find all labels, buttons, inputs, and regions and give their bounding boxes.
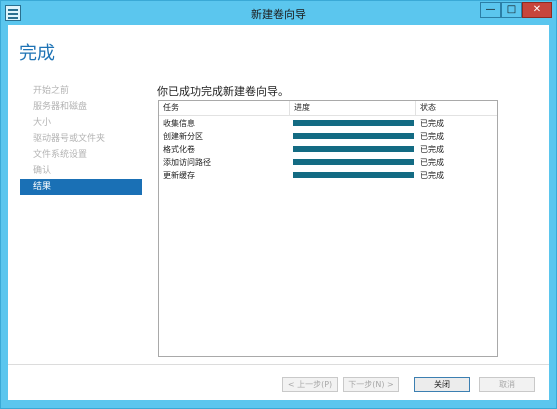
task-cell: 更新缓存: [163, 171, 195, 180]
table-row[interactable]: 更新缓存 已完成: [159, 169, 497, 182]
maximize-button[interactable]: □: [501, 2, 522, 18]
progress-bar: [293, 172, 414, 178]
task-cell: 收集信息: [163, 119, 195, 128]
step-server-and-disk[interactable]: 服务器和磁盘: [20, 99, 142, 115]
step-results[interactable]: 结果: [20, 179, 142, 195]
table-row[interactable]: 格式化卷 已完成: [159, 143, 497, 156]
step-before-you-begin[interactable]: 开始之前: [20, 83, 142, 99]
progress-cell: [290, 156, 416, 169]
status-cell: 已完成: [420, 119, 444, 128]
footer-divider: [8, 364, 549, 365]
wizard-content: 完成 开始之前 服务器和磁盘 大小 驱动器号或文件夹 文件系统设置 确认 结果 …: [8, 25, 549, 400]
task-cell: 格式化卷: [163, 145, 195, 154]
window-title: 新建卷向导: [251, 8, 306, 21]
progress-bar: [293, 133, 414, 139]
step-confirmation[interactable]: 确认: [20, 163, 142, 179]
progress-bar: [293, 159, 414, 165]
table-row[interactable]: 添加访问路径 已完成: [159, 156, 497, 169]
title-bar[interactable]: 新建卷向导 — □ ✕: [1, 1, 556, 25]
step-size[interactable]: 大小: [20, 115, 142, 131]
progress-fill: [293, 133, 414, 139]
table-row[interactable]: 创建新分区 已完成: [159, 130, 497, 143]
status-cell: 已完成: [420, 171, 444, 180]
minimize-button[interactable]: —: [480, 2, 501, 18]
results-table: 任务 进度 状态 收集信息 已完成 创建新分区 已完成 格式化卷 已完成 添加访…: [158, 100, 498, 357]
task-cell: 添加访问路径: [163, 158, 211, 167]
table-header: 任务 进度 状态: [159, 101, 497, 116]
progress-fill: [293, 159, 414, 165]
column-header-task[interactable]: 任务: [159, 101, 290, 116]
progress-cell: [290, 143, 416, 156]
close-window-button[interactable]: ✕: [522, 2, 552, 18]
column-header-progress[interactable]: 进度: [290, 101, 416, 116]
page-title: 完成: [19, 43, 55, 64]
progress-cell: [290, 130, 416, 143]
task-cell: 创建新分区: [163, 132, 203, 141]
progress-bar: [293, 146, 414, 152]
progress-cell: [290, 117, 416, 130]
next-button[interactable]: 下一步(N) >: [343, 377, 399, 392]
step-drive-letter[interactable]: 驱动器号或文件夹: [20, 131, 142, 147]
progress-cell: [290, 169, 416, 182]
wizard-window: 新建卷向导 — □ ✕ 完成 开始之前 服务器和磁盘 大小 驱动器号或文件夹 文…: [0, 0, 557, 409]
table-row[interactable]: 收集信息 已完成: [159, 117, 497, 130]
status-cell: 已完成: [420, 158, 444, 167]
progress-fill: [293, 120, 414, 126]
table-body: 收集信息 已完成 创建新分区 已完成 格式化卷 已完成 添加访问路径 已完成 更…: [159, 117, 497, 182]
status-cell: 已完成: [420, 145, 444, 154]
cancel-button[interactable]: 取消: [479, 377, 535, 392]
progress-fill: [293, 172, 414, 178]
close-button[interactable]: 关闭: [414, 377, 470, 392]
column-header-status[interactable]: 状态: [416, 101, 497, 116]
step-file-system[interactable]: 文件系统设置: [20, 147, 142, 163]
completion-message: 你已成功完成新建卷向导。: [157, 85, 289, 98]
status-cell: 已完成: [420, 132, 444, 141]
previous-button[interactable]: < 上一步(P): [282, 377, 338, 392]
progress-bar: [293, 120, 414, 126]
wizard-steps: 开始之前 服务器和磁盘 大小 驱动器号或文件夹 文件系统设置 确认 结果: [20, 83, 142, 195]
progress-fill: [293, 146, 414, 152]
